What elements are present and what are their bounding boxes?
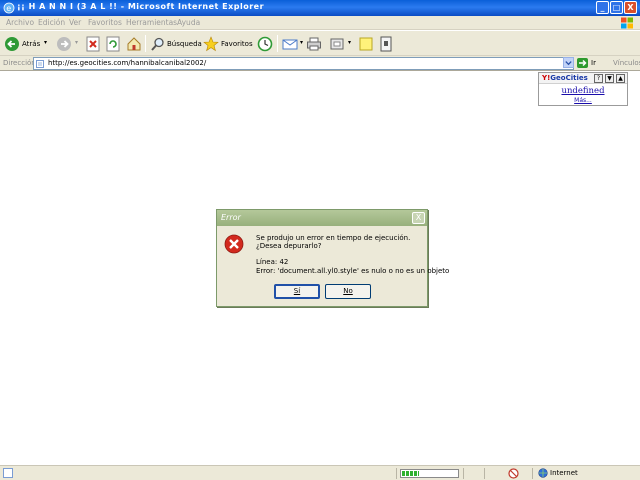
mail-dropdown-chevron-icon[interactable]: ▾ — [300, 39, 303, 46]
messenger-icon[interactable] — [380, 35, 392, 53]
go-button-label[interactable]: Ir — [591, 59, 596, 67]
forward-dropdown-chevron-icon[interactable]: ▾ — [75, 39, 78, 46]
menu-ver[interactable]: Ver — [69, 18, 81, 27]
page-status-icon — [3, 468, 13, 478]
status-bar: Internet — [0, 465, 640, 480]
error-description: Error: 'document.all.yl0.style' es nulo … — [256, 267, 450, 275]
menu-edicion[interactable]: Edición — [38, 18, 65, 27]
internet-globe-icon — [538, 468, 548, 478]
forward-arrow-icon[interactable] — [56, 35, 72, 53]
no-button-label: No — [343, 287, 353, 295]
status-divider — [532, 468, 533, 479]
menu-bar: Archivo Edición Ver Favoritos Herramient… — [0, 16, 640, 30]
back-dropdown-chevron-icon[interactable]: ▾ — [44, 39, 47, 46]
menu-archivo[interactable]: Archivo — [6, 18, 34, 27]
toolbar-separator — [145, 35, 146, 52]
address-input[interactable]: http://es.geocities.com/hannibalcanibal2… — [33, 57, 574, 70]
geocities-up-button[interactable]: ▲ — [616, 74, 625, 83]
search-icon[interactable] — [150, 35, 166, 53]
progress-bar-fill — [402, 471, 419, 476]
home-icon[interactable] — [126, 35, 142, 53]
error-dialog-title: Error — [221, 213, 241, 222]
geocities-logo: Y!GeoCities — [542, 74, 588, 82]
status-divider — [484, 468, 485, 479]
error-dialog-titlebar[interactable]: Error X — [217, 210, 427, 226]
maximize-button[interactable]: □ — [610, 1, 623, 14]
progress-bar — [400, 469, 459, 478]
page-icon — [36, 60, 44, 68]
favorites-star-icon[interactable] — [203, 35, 219, 53]
back-arrow-icon[interactable] — [4, 35, 20, 53]
edit-dropdown-chevron-icon[interactable]: ▾ — [348, 39, 351, 46]
close-window-button[interactable]: X — [624, 1, 637, 14]
geocities-down-button[interactable]: ▼ — [605, 74, 614, 83]
window-title: ¡¡ H A N N I (3 A L !! - Microsoft Inter… — [17, 2, 265, 11]
security-zone-label: Internet — [550, 469, 578, 477]
status-divider — [463, 468, 464, 479]
geocities-widget-header: Y!GeoCities ? ▼ ▲ — [539, 73, 627, 84]
links-toolbar-label[interactable]: Vínculos — [613, 59, 640, 67]
address-bar: Dirección http://es.geocities.com/hannib… — [0, 56, 640, 71]
yes-button-label: Sí — [293, 287, 301, 295]
menu-herramientas[interactable]: Herramientas — [126, 18, 177, 27]
back-button-label[interactable]: Atrás — [22, 40, 40, 48]
svg-text:e: e — [6, 4, 11, 13]
history-icon[interactable] — [257, 35, 273, 53]
error-icon — [224, 234, 244, 254]
no-button[interactable]: No — [325, 284, 371, 299]
status-divider — [396, 468, 397, 479]
address-url: http://es.geocities.com/hannibalcanibal2… — [48, 59, 207, 67]
search-button-label[interactable]: Búsqueda — [167, 40, 202, 48]
menu-ayuda[interactable]: Ayuda — [177, 18, 200, 27]
geocities-logo-text: GeoCities — [550, 74, 588, 82]
refresh-icon[interactable] — [106, 35, 120, 53]
stop-icon[interactable] — [86, 35, 100, 53]
error-dialog-close-button[interactable]: X — [412, 212, 425, 224]
menu-favoritos[interactable]: Favoritos — [88, 18, 122, 27]
print-icon[interactable] — [306, 35, 322, 53]
error-message-line1: Se produjo un error en tiempo de ejecuci… — [256, 234, 411, 242]
minimize-button[interactable]: _ — [596, 1, 609, 14]
discuss-icon[interactable] — [359, 35, 373, 53]
go-arrow-icon[interactable] — [577, 58, 588, 68]
yes-button[interactable]: Sí — [274, 284, 320, 299]
geocities-help-button[interactable]: ? — [594, 74, 603, 83]
address-label: Dirección — [3, 59, 36, 67]
mail-icon[interactable] — [282, 35, 298, 53]
windows-logo-icon — [621, 17, 633, 29]
error-line-number: Línea: 42 — [256, 258, 289, 266]
favorites-button-label[interactable]: Favoritos — [221, 40, 253, 48]
security-icon — [508, 468, 519, 479]
address-dropdown-chevron-icon[interactable] — [563, 57, 574, 68]
error-message-line2: ¿Desea depurarlo? — [256, 242, 322, 250]
error-dialog: Error X Se produjo un error en tiempo de… — [216, 209, 449, 307]
geocities-more-link[interactable]: Más... — [539, 97, 627, 104]
standard-toolbar: Atrás ▾ ▾ Búsqueda Favoritos ▾ ▾ — [0, 31, 640, 56]
geocities-widget: Y!GeoCities ? ▼ ▲ undefined Más... — [538, 72, 628, 106]
edit-icon[interactable] — [330, 35, 344, 53]
internet-explorer-icon: e — [3, 2, 15, 14]
toolbar-separator — [277, 35, 278, 52]
window-titlebar[interactable]: e ¡¡ H A N N I (3 A L !! - Microsoft Int… — [0, 0, 640, 16]
geocities-undefined-link[interactable]: undefined — [539, 86, 627, 96]
